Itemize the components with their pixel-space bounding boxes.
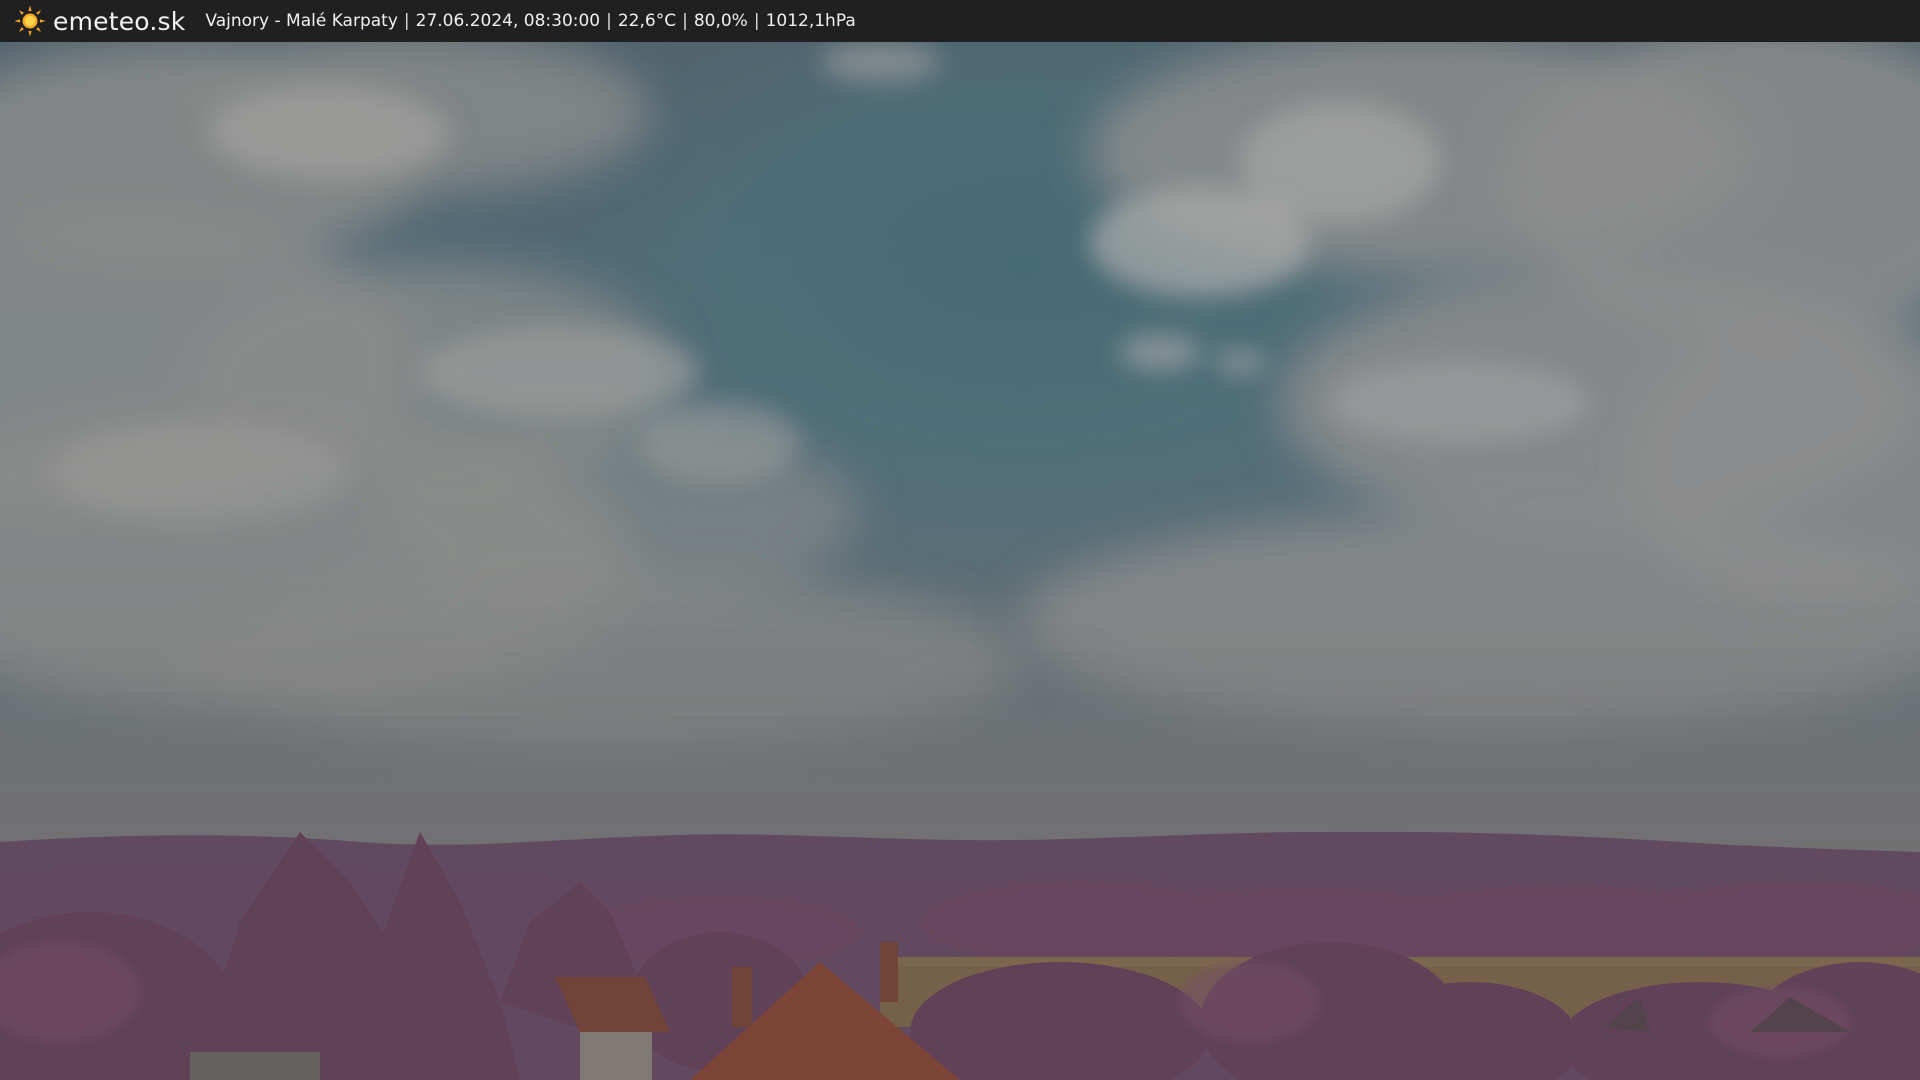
- sun-icon: [14, 5, 46, 37]
- humidity-label: 80,0%: [693, 11, 748, 31]
- station-info: Vajnory - Malé Karpaty | 27.06.2024, 08:30…: [205, 11, 855, 31]
- location-label: Vajnory - Malé Karpaty: [205, 11, 398, 31]
- separator: |: [753, 11, 760, 31]
- camera-image: [0, 42, 1920, 1080]
- separator: |: [403, 11, 410, 31]
- brand-logo[interactable]: emeteo.sk: [14, 5, 185, 37]
- pressure-label: 1012,1hPa: [765, 11, 856, 31]
- webcam-view: emeteo.sk Vajnory - Malé Karpaty | 27.06.2…: [0, 0, 1920, 1080]
- temperature-label: 22,6°C: [617, 11, 677, 31]
- separator: |: [606, 11, 612, 31]
- separator: |: [682, 11, 688, 31]
- brand-name: emeteo.sk: [53, 6, 186, 36]
- datetime-label: 27.06.2024, 08:30:00: [415, 11, 601, 31]
- header-bar: emeteo.sk Vajnory - Malé Karpaty | 27.06.2…: [0, 0, 1920, 42]
